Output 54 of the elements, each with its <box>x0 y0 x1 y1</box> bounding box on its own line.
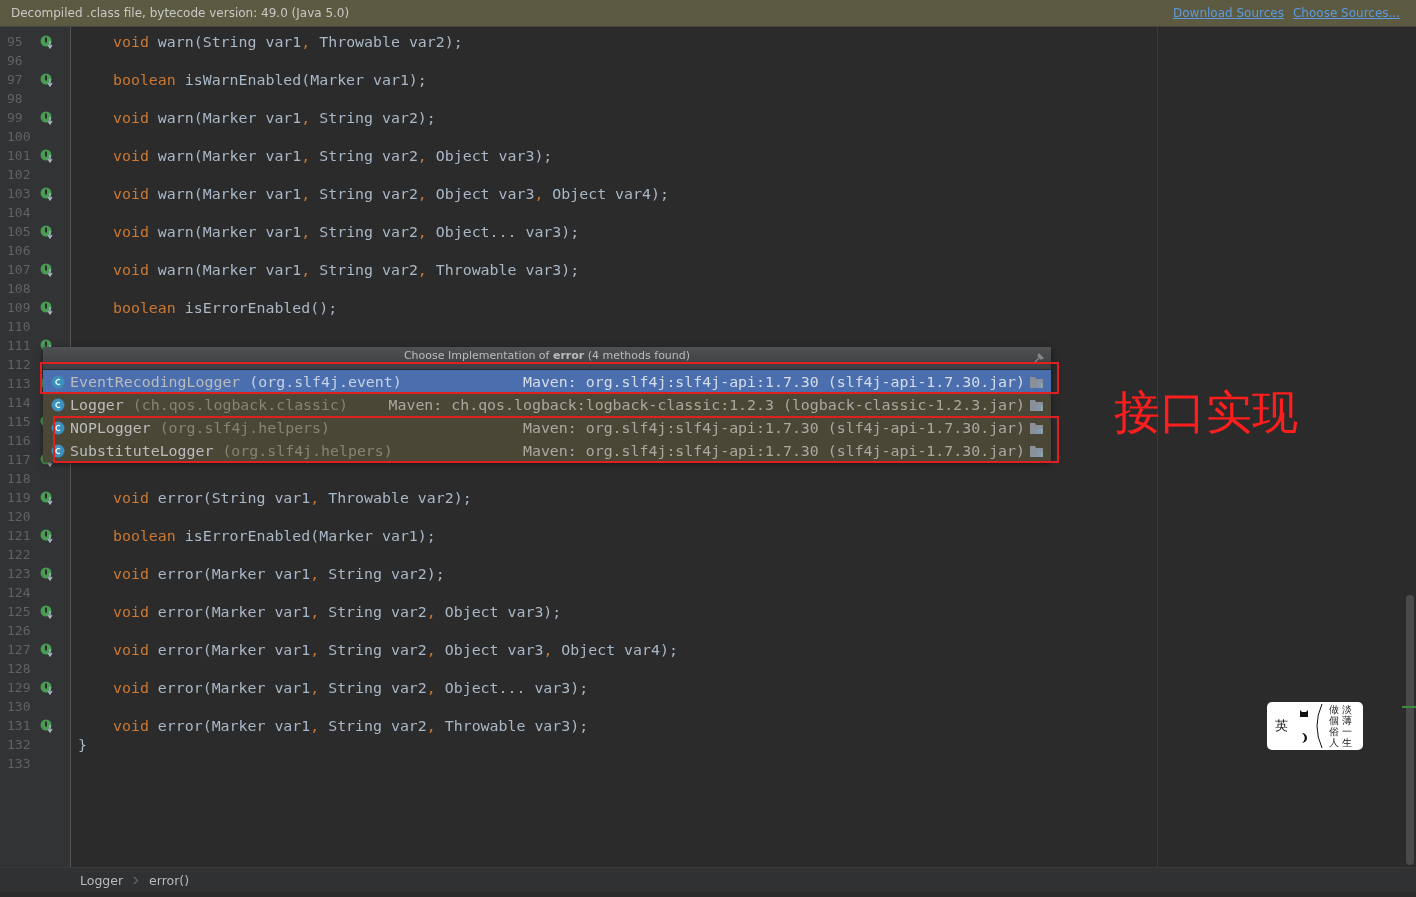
breadcrumb-item[interactable]: error() <box>149 872 190 888</box>
implemented-icon[interactable] <box>40 604 55 619</box>
ime-motto: 做個俗人 <box>1329 704 1339 748</box>
implemented-icon[interactable] <box>40 224 55 239</box>
implemented-icon[interactable] <box>40 72 55 87</box>
library-icon <box>1029 443 1045 458</box>
implemented-icon[interactable] <box>40 718 55 733</box>
ime-skin-drawing <box>1298 709 1310 743</box>
code-line: } <box>78 735 87 754</box>
implemented-icon[interactable] <box>40 528 55 543</box>
ime-motto: 淡薄一生 <box>1342 704 1352 748</box>
library-icon <box>1029 397 1045 412</box>
implemented-icon[interactable] <box>40 490 55 505</box>
code-line: void warn(Marker var1, String var2, Object... var3); <box>113 222 580 241</box>
annotation-label: 接口实现 <box>1114 384 1298 441</box>
code-line: boolean isErrorEnabled(Marker var1); <box>113 526 436 545</box>
scrollbar-thumb[interactable] <box>1406 595 1414 865</box>
code-line: void error(Marker var1, String var2); <box>113 564 445 583</box>
implemented-icon[interactable] <box>40 148 55 163</box>
chevron-icon <box>133 875 140 885</box>
error-stripe-mark <box>1402 706 1416 708</box>
pin-icon[interactable] <box>1033 352 1045 364</box>
implemented-icon[interactable] <box>40 566 55 581</box>
library-icon <box>1029 420 1045 435</box>
code-line: void error(Marker var1, String var2, Object... var3); <box>113 678 589 697</box>
popup-title: Choose Implementation of error (4 methods found) <box>403 348 691 362</box>
implemented-icon[interactable] <box>40 110 55 125</box>
implemented-icon[interactable] <box>40 186 55 201</box>
code-line: void error(Marker var1, String var2, Object var3); <box>113 602 562 621</box>
breadcrumb-item[interactable]: Logger <box>80 872 124 888</box>
code-line: void warn(Marker var1, String var2, Object var3, Object var4); <box>113 184 669 203</box>
implementation-item[interactable]: SubstituteLogger (org.slf4j.helpers) Maven: org.slf4j:slf4j-api:1.7.30 (slf4j-api-1.7.30.jar) <box>43 439 1051 462</box>
code-line: void error(String var1, Throwable var2); <box>113 488 472 507</box>
code-line: void warn(Marker var1, String var2); <box>113 108 436 127</box>
implemented-icon[interactable] <box>40 34 55 49</box>
code-line: void error(Marker var1, String var2, Throwable var3); <box>113 716 589 735</box>
implemented-icon[interactable] <box>40 300 55 315</box>
implemented-icon[interactable] <box>40 680 55 695</box>
implementation-item[interactable]: EventRecodingLogger (org.slf4j.event) Maven: org.slf4j:slf4j-api:1.7.30 (slf4j-api-1.7.30.jar) <box>43 370 1051 393</box>
library-icon <box>1029 374 1045 389</box>
code-line: boolean isWarnEnabled(Marker var1); <box>113 70 427 89</box>
code-line: void warn(Marker var1, String var2, Object var3); <box>113 146 553 165</box>
implemented-icon[interactable] <box>40 642 55 657</box>
code-line: void error(Marker var1, String var2, Object var3, Object var4); <box>113 640 678 659</box>
class-icon <box>51 374 65 389</box>
code-line: boolean isErrorEnabled(); <box>113 298 338 317</box>
code-line: void warn(Marker var1, String var2, Throwable var3); <box>113 260 580 279</box>
class-icon <box>51 397 65 412</box>
banner-message: Decompiled .class file, bytecode version: 49.0 (Java 5.0) <box>11 6 350 20</box>
implementation-item[interactable]: Logger (ch.qos.logback.classic) Maven: ch.qos.logback:logback-classic:1.2.3 (logback-classic-1.2.3.jar) <box>43 393 1051 416</box>
input-mode-toggle[interactable]: 英 <box>1275 717 1288 735</box>
implementation-item[interactable]: NOPLogger (org.slf4j.helpers) Maven: org.slf4j:slf4j-api:1.7.30 (slf4j-api-1.7.30.jar) <box>43 416 1051 439</box>
code-line: void warn(String var1, Throwable var2); <box>113 32 463 51</box>
implemented-icon[interactable] <box>40 262 55 277</box>
